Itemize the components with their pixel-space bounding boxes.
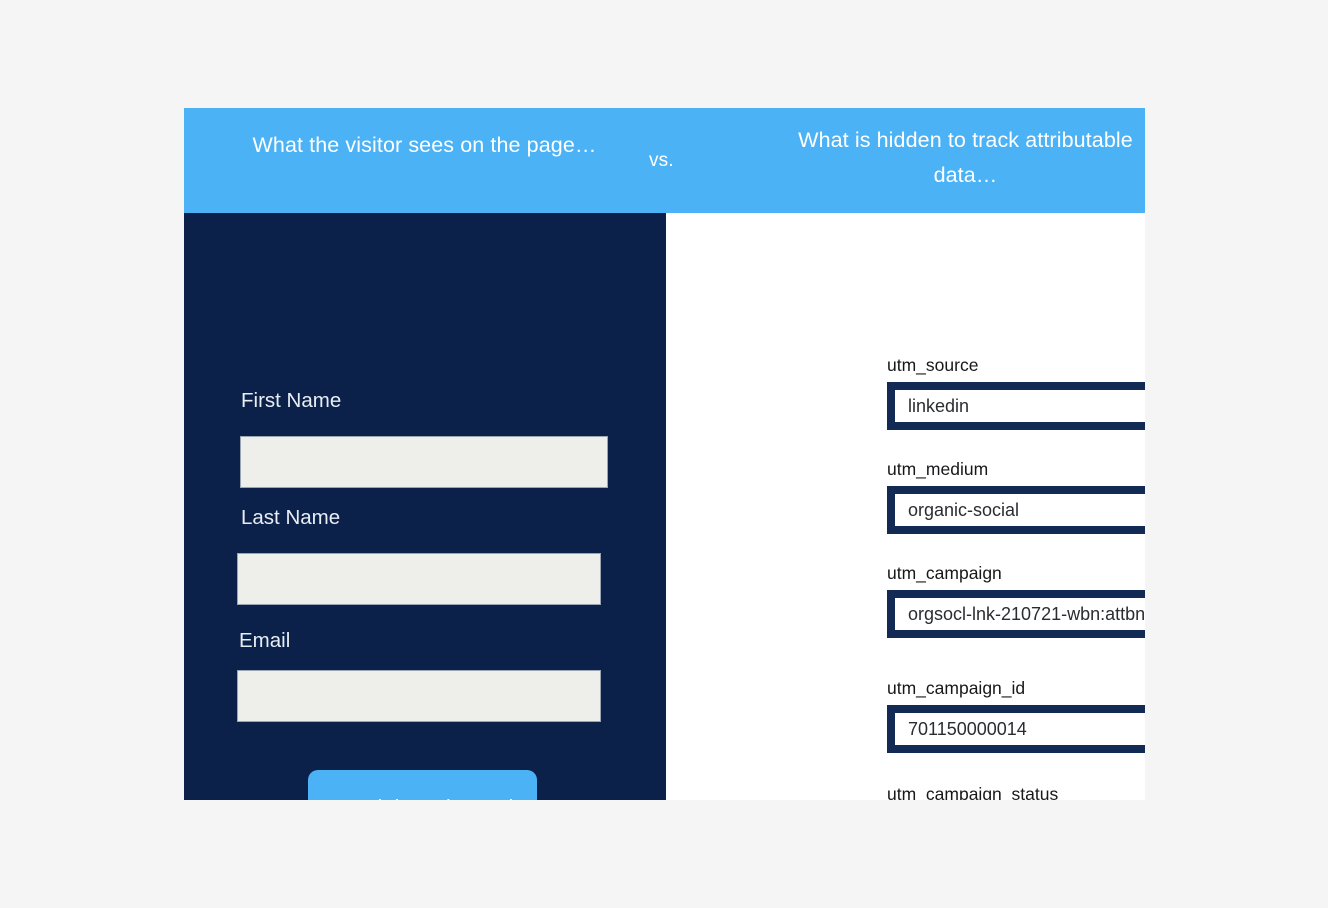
utm-source-label: utm_source (887, 355, 979, 375)
utm-campaign-status-label: utm_campaign_status (887, 784, 1059, 800)
last-name-label: Last Name (241, 506, 341, 529)
email-label: Email (239, 629, 291, 652)
utm-field-utm-medium: utm_medium organic-social (887, 458, 1145, 534)
last-name-input[interactable] (237, 553, 601, 605)
card-body: First Name Last Name Email Watch it on d… (184, 213, 1145, 800)
utm-medium-input[interactable]: organic-social (887, 486, 1145, 534)
first-name-input[interactable] (240, 436, 608, 488)
email-input[interactable] (237, 670, 601, 722)
utm-source-input[interactable]: linkedin (887, 382, 1145, 430)
utm-field-utm-campaign-status: utm_campaign_status OnDemand (887, 783, 1145, 800)
utm-field-utm-source: utm_source linkedin (887, 354, 1145, 430)
utm-source-value: linkedin (908, 396, 970, 416)
utm-medium-label: utm_medium (887, 459, 989, 479)
comparison-card: What the visitor sees on the page… vs. W… (184, 108, 1145, 800)
utm-campaign-id-value: 701150000014 (908, 719, 1027, 739)
hidden-fields-panel: utm_source linkedin utm_medium organic-s… (666, 213, 1145, 800)
utm-field-utm-campaign-id: utm_campaign_id 701150000014 (887, 677, 1145, 753)
utm-campaign-id-label: utm_campaign_id (887, 678, 1026, 698)
utm-field-utm-campaign: utm_campaign orgsocl-lnk-210721-wbn:attb… (887, 562, 1145, 638)
header-band: What the visitor sees on the page… vs. W… (184, 108, 1145, 213)
header-left-title: What the visitor sees on the page… (252, 133, 597, 157)
utm-campaign-label: utm_campaign (887, 563, 1002, 583)
first-name-label: First Name (241, 389, 342, 412)
header-right-title: What is hidden to track attributable dat… (798, 128, 1133, 187)
utm-campaign-id-input[interactable]: 701150000014 (887, 705, 1145, 753)
utm-campaign-value: orgsocl-lnk-210721-wbn:attbn-rec (908, 604, 1145, 624)
utm-campaign-input[interactable]: orgsocl-lnk-210721-wbn:attbn-rec (887, 590, 1145, 638)
utm-medium-value: organic-social (908, 500, 1020, 520)
watch-on-demand-button[interactable]: Watch it on demand (308, 770, 537, 800)
visible-form-panel: First Name Last Name Email Watch it on d… (184, 213, 666, 800)
